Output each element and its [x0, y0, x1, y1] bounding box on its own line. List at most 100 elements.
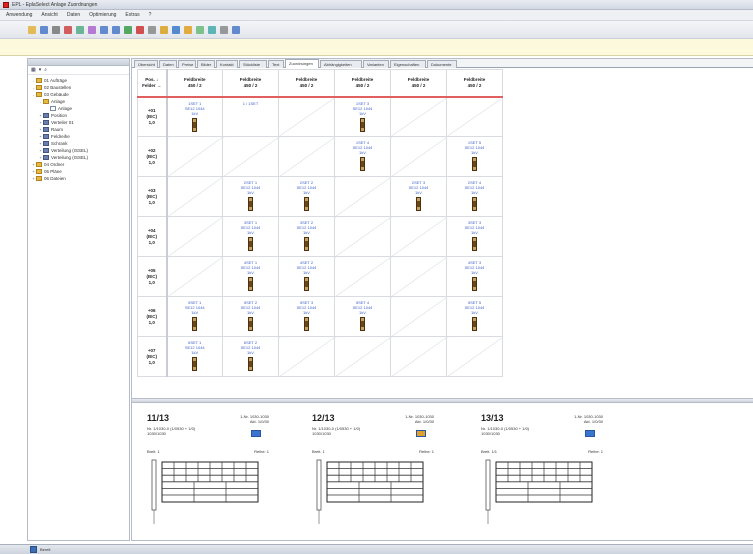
grid-cell-empty[interactable] — [446, 336, 503, 377]
menu-item[interactable]: Optimierung — [89, 12, 116, 18]
tree-item[interactable]: Anlage — [28, 105, 129, 112]
grid-cell-assigned[interactable]: 2SET 4 SE12 1044 1kV — [446, 176, 503, 217]
grid-cell-assigned[interactable]: 5SET 1 SE12 1044 1kV — [166, 296, 223, 337]
undo-icon[interactable] — [100, 25, 108, 34]
edit-icon[interactable] — [196, 25, 204, 34]
grid-cell-empty[interactable] — [278, 336, 335, 377]
menu-item[interactable]: Daten — [67, 12, 80, 18]
grid-cell-assigned[interactable]: 1SET 3 SE12 1044 1kV — [334, 96, 391, 137]
menu-item[interactable]: ? — [149, 12, 152, 18]
tab-preise[interactable]: Preise — [178, 60, 196, 68]
tree-item[interactable]: + Verteilung (ISSEL) — [28, 147, 129, 154]
grid-cell-empty[interactable] — [390, 256, 447, 297]
panel-preview-card[interactable]: 12/13 1-Nr. 1030-1030 Akt. 1/0/30 Nr. 1/103… — [312, 413, 434, 533]
save-icon[interactable] — [40, 25, 48, 34]
cut-icon[interactable] — [64, 25, 72, 34]
tree-item[interactable]: -02 Baustellen — [28, 84, 129, 91]
tree-item[interactable]: -01 Aufträge — [28, 77, 129, 84]
tree-item[interactable]: +06 Dateien — [28, 175, 129, 182]
grid-cell-empty[interactable] — [166, 216, 223, 257]
grid-cell-assigned[interactable]: 3SET 2 SE12 1044 1kV — [278, 216, 335, 257]
copy-icon[interactable] — [76, 25, 84, 34]
grid-cell-empty[interactable] — [446, 96, 503, 137]
grid-cell-empty[interactable] — [166, 256, 223, 297]
tree-item[interactable]: + Verteilung (ISSEL) — [28, 154, 129, 161]
grid-cell-assigned[interactable]: 1SET 1 SE12 1044 1kV — [166, 96, 223, 137]
tree-item[interactable]: + Verteiler 01 — [28, 119, 129, 126]
grid-cell-empty[interactable] — [334, 216, 391, 257]
refresh-icon[interactable] — [208, 25, 216, 34]
grid-cell-empty[interactable] — [222, 136, 279, 177]
grid-cell-empty[interactable] — [390, 216, 447, 257]
tree-search-icon[interactable]: ⌕ — [44, 67, 47, 73]
menu-item[interactable]: Extras — [125, 12, 139, 18]
grid-cell-assigned[interactable]: 3SET 3 SE12 1044 1kV — [446, 216, 503, 257]
grid-cell-assigned[interactable]: 2SET 1 SE12 1044 1kV — [222, 176, 279, 217]
delete-icon[interactable] — [136, 25, 144, 34]
tab-kontakt[interactable]: Kontakt — [216, 60, 238, 68]
grid-cell-empty[interactable] — [334, 256, 391, 297]
tab-abhängigkeiten[interactable]: Abhängigkeiten — [320, 60, 362, 68]
tree-item[interactable]: + Position — [28, 112, 129, 119]
grid-cell-empty[interactable] — [166, 176, 223, 217]
grid-cell-empty[interactable] — [334, 176, 391, 217]
grid-cell-assigned[interactable]: 4SET 2 SE12 1044 1kV — [278, 256, 335, 297]
help-icon[interactable] — [232, 25, 240, 34]
chart-icon[interactable] — [172, 25, 180, 34]
tree-item[interactable]: +04 Ordner — [28, 161, 129, 168]
tree-filter-icon[interactable]: ▾ — [39, 67, 42, 73]
grid-cell-empty[interactable] — [390, 296, 447, 337]
grid-cell-assigned[interactable]: 2SET 2 SE12 1044 1kV — [278, 176, 335, 217]
settings-icon[interactable] — [220, 25, 228, 34]
grid-cell-empty[interactable] — [166, 136, 223, 177]
grid-cell-assigned[interactable]: 5SET 4 SE12 1044 1kV — [334, 296, 391, 337]
grid-cell-assigned[interactable]: 1SET 4 SE12 1044 1kV — [334, 136, 391, 177]
panel-preview-card[interactable]: 11/13 1-Nr. 1030-1030 Akt. 1/0/30 Nr. 1/103… — [147, 413, 269, 533]
grid-cell-assigned[interactable]: 4SET 3 SE12 1044 1kV — [446, 256, 503, 297]
tree-item[interactable]: + Schrank — [28, 140, 129, 147]
grid-cell-assigned[interactable]: 6SET 2 SE12 1044 1kV — [222, 336, 279, 377]
grid-cell-empty[interactable] — [278, 136, 335, 177]
warning-icon[interactable] — [184, 25, 192, 34]
tab-dokumente[interactable]: Dokumente — [427, 60, 457, 68]
grid-cell-assigned[interactable]: 5SET 2 SE12 1044 1kV — [222, 296, 279, 337]
grid-cell-assigned[interactable]: 3SET 1 SE12 1044 1kV — [222, 216, 279, 257]
grid-cell-assigned[interactable]: 6SET 1 SE12 1044 1kV — [166, 336, 223, 377]
redo-icon[interactable] — [112, 25, 120, 34]
tab-eigenschaften[interactable]: Eigenschaften — [390, 60, 426, 68]
grid-cell-assigned[interactable]: 1 / 1SET — [222, 96, 279, 137]
tree-expand-icon[interactable]: ▦ — [31, 67, 36, 73]
tab-stückliste[interactable]: Stückliste — [239, 60, 267, 68]
print-icon[interactable] — [52, 25, 60, 34]
tab-daten[interactable]: Daten — [159, 60, 177, 68]
tree-item[interactable]: - Anlage — [28, 98, 129, 105]
tab-varianten[interactable]: Varianten — [363, 60, 389, 68]
grid-cell-assigned[interactable]: 5SET 3 SE12 1044 1kV — [278, 296, 335, 337]
panel-splitter[interactable] — [132, 398, 753, 403]
grid-cell-assigned[interactable]: 4SET 1 SE12 1044 1kV — [222, 256, 279, 297]
grid-cell-empty[interactable] — [390, 136, 447, 177]
tab-bilder[interactable]: Bilder — [197, 60, 215, 68]
grid-cell-assigned[interactable]: 5SET 5 SE12 1044 1kV — [446, 296, 503, 337]
open-icon[interactable] — [28, 25, 36, 34]
menu-item[interactable]: Ansicht — [41, 12, 57, 18]
add-icon[interactable] — [124, 25, 132, 34]
filter-icon[interactable] — [160, 25, 168, 34]
tree-item[interactable]: + Feldreihe — [28, 133, 129, 140]
menu-item[interactable]: Anwendung — [6, 12, 32, 18]
grid-cell-assigned[interactable]: 1SET 5 SE12 1044 1kV — [446, 136, 503, 177]
grid-cell-assigned[interactable]: 2SET 3 SE12 1044 1kV — [390, 176, 447, 217]
tree-item[interactable]: +05 Pläne — [28, 168, 129, 175]
grid-cell-empty[interactable] — [390, 336, 447, 377]
tab-übersicht[interactable]: Übersicht — [134, 60, 158, 68]
tab-zuordnungen[interactable]: Zuordnungen — [285, 59, 319, 68]
tree-item[interactable]: -03 Gebäude — [28, 91, 129, 98]
panel-preview-card[interactable]: 13/13 1-Nr. 1030-1030 Akt. 1/0/30 Nr. 1/103… — [481, 413, 603, 533]
grid-cell-empty[interactable] — [278, 96, 335, 137]
grid-cell-empty[interactable] — [390, 96, 447, 137]
grid-cell-empty[interactable] — [334, 336, 391, 377]
paste-icon[interactable] — [88, 25, 96, 34]
move-icon[interactable] — [148, 25, 156, 34]
tab-text[interactable]: Text — [268, 60, 284, 68]
tree-item[interactable]: + Raum — [28, 126, 129, 133]
